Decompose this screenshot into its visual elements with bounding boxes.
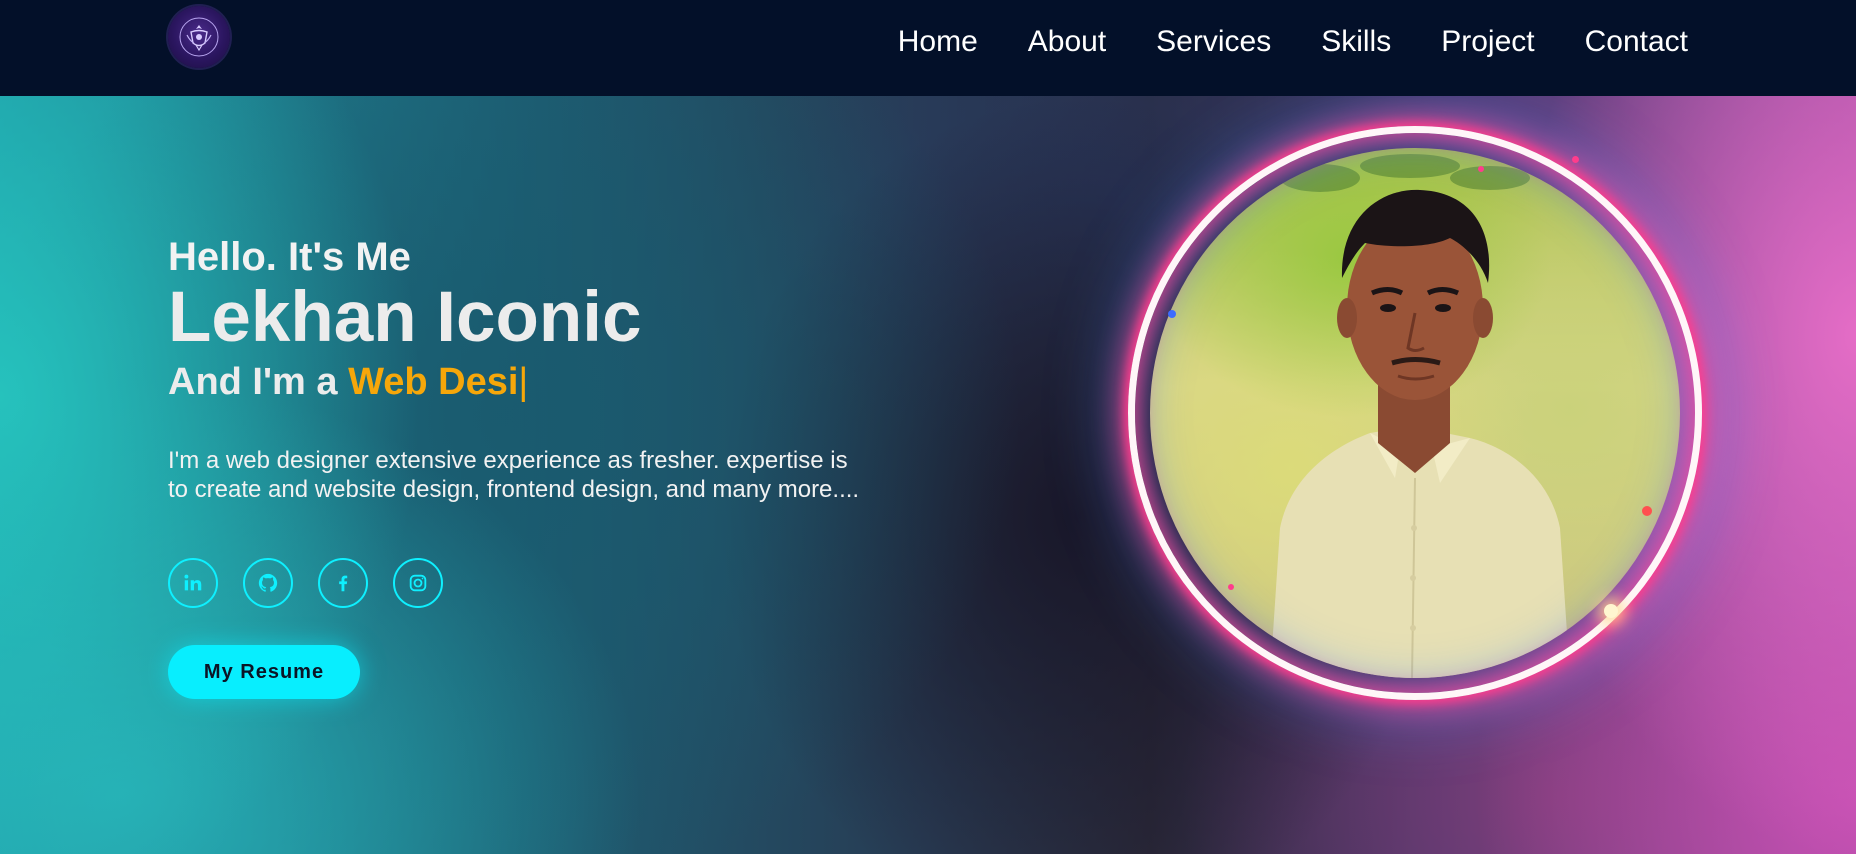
role-line: And I'm a Web Desi| — [168, 360, 888, 404]
site-logo[interactable] — [168, 6, 230, 68]
nav-link-project[interactable]: Project — [1441, 25, 1534, 59]
social-links — [168, 558, 443, 608]
portrait-frame — [1128, 126, 1702, 700]
portfolio-page: Home About Services Skills Project Conta… — [0, 0, 1856, 854]
github-link[interactable] — [243, 558, 293, 608]
facebook-icon — [339, 575, 348, 592]
site-header: Home About Services Skills Project Conta… — [0, 0, 1856, 96]
hero-description: I'm a web designer extensive experience … — [168, 447, 860, 503]
linkedin-icon — [184, 574, 202, 591]
nav-link-home[interactable]: Home — [898, 25, 978, 59]
sparkle-dot — [1642, 506, 1652, 516]
crest-icon — [179, 17, 219, 57]
instagram-icon — [409, 574, 427, 592]
hero-name: Lekhan Iconic — [168, 278, 642, 357]
main-nav: Home About Services Skills Project Conta… — [898, 0, 1688, 84]
typed-role: Web Desi — [348, 361, 519, 403]
greeting-text: Hello. It's Me — [168, 235, 411, 279]
sparkle-dot — [1478, 166, 1484, 172]
nav-link-contact[interactable]: Contact — [1585, 25, 1688, 59]
hero-section: Hello. It's Me Lekhan Iconic And I'm a W… — [0, 96, 1856, 854]
typing-cursor: | — [518, 361, 529, 403]
instagram-link[interactable] — [393, 558, 443, 608]
sparkle-dot — [1604, 604, 1618, 618]
role-prefix: And I'm a — [168, 361, 349, 403]
hero-intro: Hello. It's Me Lekhan Iconic And I'm a W… — [168, 234, 888, 528]
nav-link-about[interactable]: About — [1028, 25, 1106, 59]
nav-link-services[interactable]: Services — [1156, 25, 1271, 59]
linkedin-link[interactable] — [168, 558, 218, 608]
github-icon — [258, 573, 278, 592]
nav-link-skills[interactable]: Skills — [1321, 25, 1391, 59]
resume-button[interactable]: My Resume — [168, 645, 360, 699]
sparkle-dot — [1168, 310, 1176, 318]
sparkle-dot — [1572, 156, 1579, 163]
sparkle-dot — [1228, 584, 1234, 590]
facebook-link[interactable] — [318, 558, 368, 608]
